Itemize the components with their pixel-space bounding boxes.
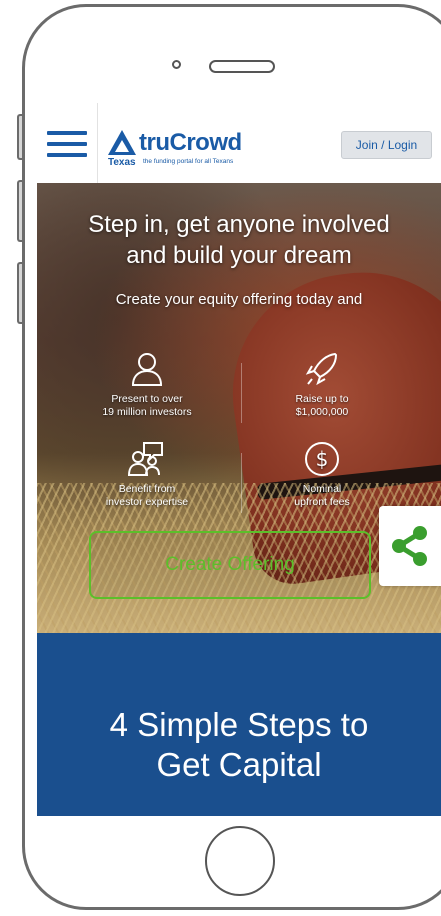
person-icon — [131, 353, 163, 386]
feature-fees: $ Nominal upfront fees — [247, 441, 397, 509]
hero-banner: Step in, get anyone involved and build y… — [37, 183, 441, 633]
steps-title: 4 Simple Steps to Get Capital — [109, 706, 369, 783]
phone-speaker — [209, 60, 275, 73]
dollar-coin-icon: $ — [305, 442, 339, 476]
trucrowd-logo[interactable]: truCrowd Texas the funding portal for al… — [107, 127, 267, 171]
chat-people-icon — [128, 442, 163, 476]
create-offering-button[interactable]: Create Offering — [89, 531, 371, 599]
svg-text:$: $ — [316, 447, 329, 471]
logo-region: Texas — [108, 157, 136, 168]
logo-wordmark: truCrowd — [139, 129, 242, 156]
share-button[interactable] — [379, 506, 441, 586]
feature-investors: Present to over 19 million investors — [72, 351, 222, 419]
feature-raise: Raise up to $1,000,000 — [247, 351, 397, 419]
join-login-button[interactable]: Join / Login — [341, 131, 432, 159]
steps-section: 4 Simple Steps to Get Capital — [37, 633, 441, 816]
site-header: truCrowd Texas the funding portal for al… — [37, 103, 441, 184]
feature-divider — [241, 363, 242, 423]
phone-home-button[interactable] — [205, 826, 275, 896]
hero-subtitle: Create your equity offering today and — [115, 291, 363, 308]
hero-title: Step in, get anyone involved and build y… — [88, 211, 390, 269]
header-divider — [97, 103, 98, 183]
logo-tagline: the funding portal for all Texans — [143, 158, 234, 165]
phone-camera — [172, 60, 181, 69]
logo-mark-icon — [108, 130, 136, 155]
rocket-icon — [305, 352, 338, 386]
share-icon — [392, 526, 427, 566]
feature-expertise: Benefit from investor expertise — [72, 441, 222, 509]
menu-icon[interactable] — [47, 131, 87, 157]
phone-screen: truCrowd Texas the funding portal for al… — [37, 103, 441, 816]
feature-divider — [241, 453, 242, 513]
